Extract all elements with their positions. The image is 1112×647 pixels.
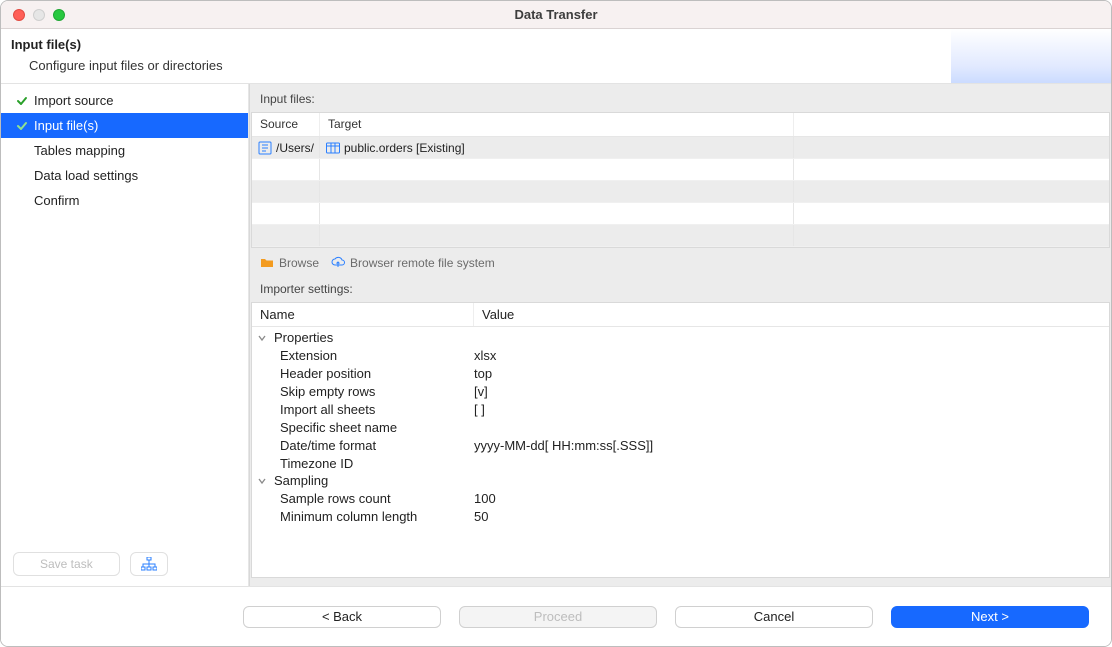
settings-table: Name Value Properties Extensionxlsx Head… [251,302,1110,578]
chevron-down-icon [256,476,268,486]
table-row-empty [252,203,1109,225]
cancel-button[interactable]: Cancel [675,606,873,628]
chevron-down-icon [256,333,268,343]
main: Input files: Source Target /Users/ [249,84,1111,586]
prop-header-position[interactable]: Header positiontop [252,364,1109,382]
col-source[interactable]: Source [252,113,320,136]
window-title: Data Transfer [1,7,1111,22]
col-extra [794,113,1109,136]
tree-icon [141,557,157,571]
step-confirm[interactable]: Confirm [1,188,248,213]
step-label: Tables mapping [34,143,125,158]
folder-icon [260,256,274,270]
settings-header: Name Value [252,303,1109,327]
table-row-empty [252,159,1109,181]
browse-label: Browse [279,256,319,270]
body: Import source Input file(s) Tables mappi… [1,84,1111,586]
step-import-source[interactable]: Import source [1,88,248,113]
step-label: Confirm [34,193,80,208]
table-row[interactable]: /Users/ public.orders [Existing] [252,137,1109,159]
input-files-label: Input files: [250,84,1111,112]
proceed-button: Proceed [459,606,657,628]
file-icon [258,141,272,155]
remote-label: Browser remote file system [350,256,495,270]
wizard-steps: Import source Input file(s) Tables mappi… [1,84,248,542]
sidebar: Import source Input file(s) Tables mappi… [1,84,249,586]
group-label: Sampling [274,473,328,488]
prop-import-all-sheets[interactable]: Import all sheets[ ] [252,400,1109,418]
next-button[interactable]: Next > [891,606,1089,628]
browse-link[interactable]: Browse [260,256,319,270]
cell-extra [794,137,1109,158]
table-icon [326,141,340,155]
col-target[interactable]: Target [320,113,794,136]
table-body: /Users/ public.orders [Existing] [252,137,1109,247]
step-label: Input file(s) [34,118,98,133]
source-value: /Users/ [276,141,314,155]
settings-body: Properties Extensionxlsx Header position… [252,327,1109,577]
save-task-button: Save task [13,552,120,576]
page-title: Input file(s) [11,37,1101,52]
prop-minimum-column-length[interactable]: Minimum column length50 [252,507,1109,525]
table-row-empty [252,181,1109,203]
file-actions: Browse Browser remote file system [250,248,1111,274]
prop-extension[interactable]: Extensionxlsx [252,346,1109,364]
browse-remote-link[interactable]: Browser remote file system [331,256,495,270]
prop-specific-sheet-name[interactable]: Specific sheet name [252,418,1109,436]
step-label: Data load settings [34,168,138,183]
step-label: Import source [34,93,113,108]
importer-settings-label: Importer settings: [250,274,1111,302]
group-properties[interactable]: Properties [252,329,1109,346]
export-config-button[interactable] [130,552,168,576]
window: Data Transfer Input file(s) Configure in… [0,0,1112,647]
prop-skip-empty-rows[interactable]: Skip empty rows[v] [252,382,1109,400]
col-name[interactable]: Name [252,303,474,326]
page-description: Configure input files or directories [11,52,1101,73]
group-label: Properties [274,330,333,345]
table-row-empty [252,225,1109,247]
footer: < Back Proceed Cancel Next > [1,586,1111,646]
cloud-upload-icon [331,256,345,270]
header: Input file(s) Configure input files or d… [1,29,1111,84]
back-button[interactable]: < Back [243,606,441,628]
cell-target: public.orders [Existing] [320,137,794,158]
col-value[interactable]: Value [474,303,1109,326]
check-icon [15,120,28,132]
sidebar-bottom: Save task [1,542,248,586]
table-header: Source Target [252,113,1109,137]
check-icon [15,95,28,107]
cell-source: /Users/ [252,137,320,158]
step-tables-mapping[interactable]: Tables mapping [1,138,248,163]
titlebar: Data Transfer [1,1,1111,29]
step-data-load-settings[interactable]: Data load settings [1,163,248,188]
prop-sample-rows-count[interactable]: Sample rows count100 [252,489,1109,507]
prop-datetime-format[interactable]: Date/time formatyyyy-MM-dd[ HH:mm:ss[.SS… [252,436,1109,454]
step-input-files[interactable]: Input file(s) [1,113,248,138]
group-sampling[interactable]: Sampling [252,472,1109,489]
prop-timezone-id[interactable]: Timezone ID [252,454,1109,472]
input-files-table: Source Target /Users/ public.orders [Exi… [251,112,1110,248]
target-value: public.orders [Existing] [344,141,465,155]
